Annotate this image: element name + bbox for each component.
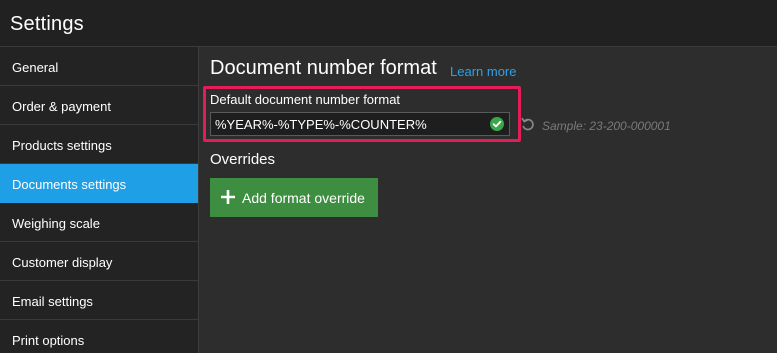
sidebar-item-documents-settings[interactable]: Documents settings: [0, 164, 198, 203]
sidebar-item-general[interactable]: General: [0, 47, 198, 86]
sidebar-item-label: Documents settings: [12, 177, 127, 192]
sidebar-item-label: Order & payment: [12, 99, 111, 114]
title-bar: Settings: [0, 0, 777, 47]
check-circle-icon: [490, 117, 504, 131]
undo-icon[interactable]: [520, 116, 536, 132]
overrides-heading: Overrides: [210, 151, 276, 168]
sample-text: Sample: 23-200-000001: [542, 119, 671, 133]
sidebar-item-customer-display[interactable]: Customer display: [0, 242, 198, 281]
sidebar: General Order & payment Products setting…: [0, 47, 199, 353]
sidebar-item-label: Weighing scale: [12, 216, 100, 231]
sidebar-item-weighing-scale[interactable]: Weighing scale: [0, 203, 198, 242]
sidebar-item-label: Print options: [12, 333, 85, 348]
sidebar-item-label: Email settings: [12, 294, 93, 309]
sidebar-item-label: Products settings: [12, 138, 112, 153]
add-format-override-button[interactable]: Add format override: [210, 178, 378, 217]
sidebar-item-label: General: [12, 60, 59, 75]
plus-icon: [221, 190, 235, 204]
default-format-label: Default document number format: [210, 92, 401, 107]
sidebar-item-products-settings[interactable]: Products settings: [0, 125, 198, 164]
add-format-override-label: Add format override: [242, 190, 365, 206]
default-format-field[interactable]: [210, 112, 510, 136]
page-title: Document number format: [210, 57, 437, 79]
default-format-input[interactable]: [211, 113, 481, 135]
sidebar-item-order-payment[interactable]: Order & payment: [0, 86, 198, 125]
learn-more-link[interactable]: Learn more: [450, 64, 516, 79]
main-panel: Document number format Learn more Defaul…: [199, 47, 777, 353]
settings-window: Settings General Order & payment Product…: [0, 0, 777, 353]
window-title: Settings: [10, 13, 84, 35]
sidebar-item-email-settings[interactable]: Email settings: [0, 281, 198, 320]
sidebar-item-print-options[interactable]: Print options: [0, 320, 198, 353]
sidebar-item-label: Customer display: [12, 255, 113, 270]
